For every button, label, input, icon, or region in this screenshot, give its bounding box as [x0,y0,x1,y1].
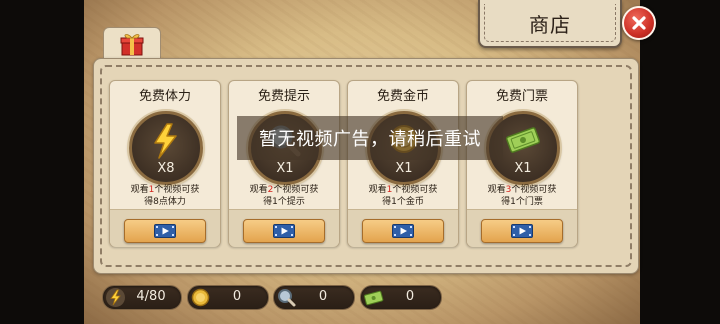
reward-multiplier: X8 [157,161,175,176]
watch-video-button[interactable] [124,219,206,243]
ticket-counter: 0 [360,285,442,310]
close-button[interactable] [622,6,656,40]
offer-description: 观看1个视频可获 得1个金币 [368,185,438,207]
shop-title-tab: 商店 [478,0,622,48]
offer-description: 观看1个视频可获 得8点体力 [130,185,200,207]
energy-counter: 4/80 [102,285,182,310]
reward-multiplier: X1 [276,161,294,176]
offer-description: 观看3个视频可获 得1个门票 [487,185,557,207]
coin-value: 0 [232,289,242,304]
watch-video-button[interactable] [362,219,444,243]
close-icon [632,16,646,30]
reward-multiplier: X1 [514,161,532,176]
energy-value: 4/80 [136,289,166,304]
lightning-icon [106,288,125,307]
gift-tab[interactable] [103,27,161,61]
card-title: 免费提示 [257,89,310,104]
reward-medal: X8 [129,111,203,185]
video-play-icon [511,224,533,238]
reward-multiplier: X1 [395,161,413,176]
hint-value: 0 [318,289,328,304]
ticket-icon [505,127,541,153]
video-play-icon [154,224,176,238]
magnifier-icon [278,289,296,307]
offer-card-energy: 免费体力 X8 观看1个视频可获 得8点体力 [109,80,221,247]
video-play-icon [392,224,414,238]
shop-title: 商店 [529,12,571,37]
watch-video-button[interactable] [481,219,563,243]
ticket-icon [363,290,384,306]
card-title: 免费体力 [138,89,191,104]
ticket-value: 0 [405,289,415,304]
offer-card-ticket: 免费门票 X1 观看3个视频可获 得1个门票 [466,80,578,247]
lightning-icon [154,123,177,159]
offer-description: 观看2个视频可获 得1个提示 [249,185,319,207]
watch-video-button[interactable] [243,219,325,243]
coin-icon [191,288,210,307]
coin-counter: 0 [187,285,269,310]
card-title: 免费门票 [495,89,548,104]
offer-card-hint: 免费提示 X1 观看2个视频可获 得1个提示 [228,80,340,247]
card-title: 免费金币 [376,89,429,104]
video-play-icon [273,224,295,238]
gift-icon [120,34,144,56]
offer-card-coin: 免费金币 X1 观看1个视频可获 得1个金币 [347,80,459,247]
hint-counter: 0 [273,285,355,310]
toast-message: 暂无视频广告，请稍后重试 [237,116,503,160]
